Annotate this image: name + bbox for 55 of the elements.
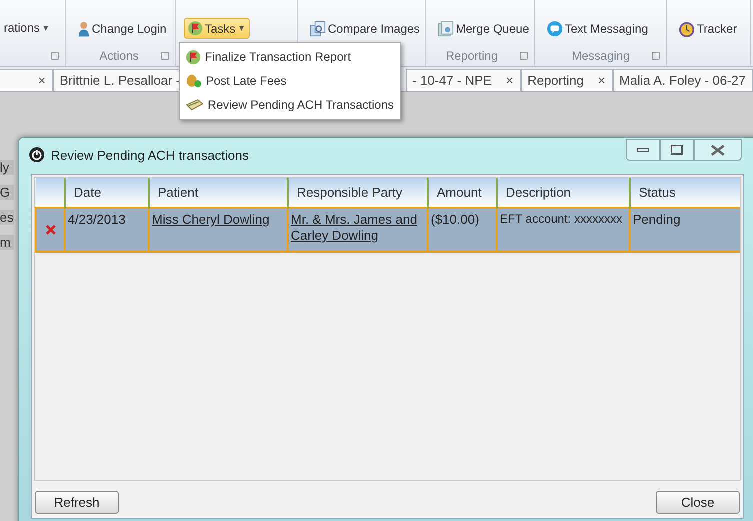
- close-button[interactable]: [694, 139, 742, 161]
- ribbon-button[interactable]: Compare Images: [306, 18, 424, 40]
- ribbon-button[interactable]: Merge Queue: [434, 18, 534, 40]
- background-text: m: [0, 235, 14, 250]
- column-header[interactable]: Date: [65, 178, 149, 208]
- window-title: Review Pending ACH transactions: [51, 148, 249, 162]
- ribbon-button[interactable]: Change Login: [74, 18, 171, 40]
- menu-item[interactable]: Finalize Transaction Report: [180, 45, 400, 69]
- delete-icon[interactable]: [46, 224, 56, 234]
- background-text: ly: [0, 160, 14, 175]
- person-icon: [78, 21, 90, 37]
- dialog-launcher-icon[interactable]: [161, 52, 169, 60]
- maximize-button[interactable]: [660, 139, 694, 161]
- minimize-button[interactable]: [626, 139, 660, 161]
- document-tab[interactable]: Reporting ×: [520, 69, 613, 91]
- table-cell: Pending: [630, 208, 740, 252]
- maximize-icon: [671, 145, 683, 155]
- dialog-launcher-icon[interactable]: [51, 52, 59, 60]
- document-tab[interactable]: Malia A. Foley - 06-27: [612, 69, 753, 91]
- table-cell: 4/23/2013: [65, 208, 149, 252]
- card-icon: [186, 99, 204, 111]
- table-cell: ($10.00): [428, 208, 497, 252]
- coins-icon: [186, 74, 202, 88]
- images-icon: [310, 21, 326, 37]
- column-header[interactable]: Patient: [149, 178, 288, 208]
- group-label: Reporting: [446, 49, 498, 63]
- document-tab[interactable]: ×: [0, 69, 53, 91]
- document-stack-icon: [438, 21, 454, 37]
- ribbon-button[interactable]: Text Messaging: [543, 18, 652, 40]
- dialog-launcher-icon[interactable]: [520, 52, 528, 60]
- flag-icon: [188, 21, 203, 36]
- ribbon-button[interactable]: Tracker: [675, 18, 742, 40]
- clock-icon: [679, 21, 695, 37]
- power-icon: [29, 147, 45, 163]
- document-tab[interactable]: - 10-47 - NPE ×: [406, 69, 521, 91]
- flag-icon: [186, 50, 201, 64]
- background-text: G: [0, 185, 14, 200]
- table-cell: EFT account: xxxxxxxx: [497, 208, 630, 252]
- group-label: Actions: [100, 49, 139, 63]
- close-icon: [711, 144, 725, 156]
- column-header[interactable]: Amount: [428, 178, 497, 208]
- dialog-launcher-icon[interactable]: [652, 52, 660, 60]
- column-header[interactable]: Responsible Party: [288, 178, 428, 208]
- menu-item[interactable]: Review Pending ACH Transactions: [180, 93, 400, 117]
- column-header[interactable]: Status: [630, 178, 740, 208]
- minimize-icon: [637, 148, 649, 152]
- table-row[interactable]: 4/23/2013 Miss Cheryl Dowling Mr. & Mrs. James and Carley Dowling ($10.00) EFT account: xxxxxxxx Pending: [36, 208, 740, 252]
- close-dialog-button[interactable]: Close: [656, 491, 740, 514]
- group-label: Messaging: [572, 49, 630, 63]
- refresh-button[interactable]: Refresh: [35, 491, 119, 514]
- ribbon-button[interactable]: Tasks ▼: [184, 18, 250, 39]
- ribbon-button[interactable]: rations ▼: [0, 18, 54, 38]
- background-text: es: [0, 210, 14, 225]
- column-header[interactable]: Description: [497, 178, 630, 208]
- chat-bubble-icon: [547, 21, 563, 37]
